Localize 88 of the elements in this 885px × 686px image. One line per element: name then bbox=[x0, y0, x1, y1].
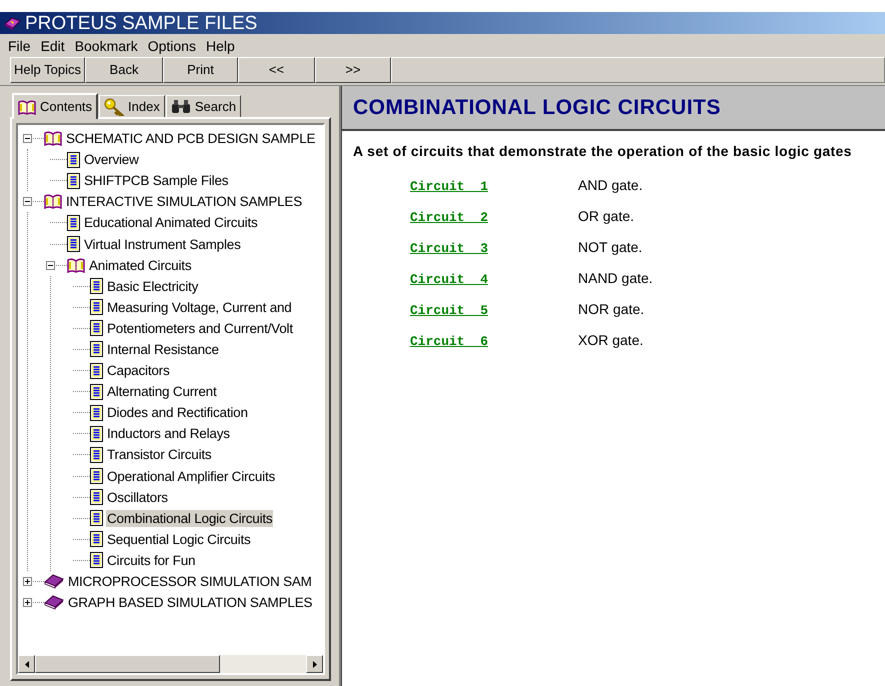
tree-item[interactable]: Alternating Current bbox=[106, 383, 218, 400]
toolbar-button[interactable]: Back bbox=[85, 57, 163, 83]
tab[interactable]: Index bbox=[99, 95, 165, 117]
tree-item[interactable]: Diodes and Rectification bbox=[106, 404, 249, 422]
page-icon bbox=[90, 384, 103, 400]
circuit-description: NOR gate. bbox=[578, 300, 644, 319]
tree-item[interactable]: Educational Animated Circuits bbox=[83, 214, 259, 232]
horizontal-scrollbar[interactable] bbox=[18, 655, 323, 673]
menu-item[interactable]: Help bbox=[202, 38, 239, 52]
page-icon bbox=[67, 236, 80, 252]
page-icon bbox=[90, 531, 103, 548]
tree-item[interactable]: Measuring Voltage, Current and bbox=[106, 298, 293, 316]
menu-item[interactable]: File bbox=[4, 38, 35, 52]
page-icon bbox=[90, 404, 103, 421]
tree-item[interactable]: Combinational Logic Circuits bbox=[106, 510, 274, 527]
circuit-link[interactable]: Circuit 2 bbox=[410, 208, 578, 228]
tree-item[interactable]: MICROPROCESSOR SIMULATION SAM bbox=[67, 573, 313, 590]
page-icon bbox=[90, 362, 103, 379]
collapse-icon[interactable] bbox=[46, 260, 55, 270]
closed-book-icon bbox=[44, 595, 64, 610]
closed-book-icon bbox=[44, 574, 64, 590]
circuit-link[interactable]: Circuit 1 bbox=[410, 177, 578, 196]
page-icon bbox=[67, 214, 80, 231]
circuit-description: NAND gate. bbox=[578, 269, 653, 288]
intro-text: A set of circuits that demonstrate the operation of the basic logic gates bbox=[353, 142, 853, 161]
tree-item[interactable]: SHIFTPCB Sample Files bbox=[83, 172, 230, 190]
page-icon bbox=[90, 426, 103, 442]
toolbar-button[interactable]: >> bbox=[315, 57, 391, 83]
tree-item[interactable]: Inductors and Relays bbox=[106, 425, 231, 442]
open-book-icon bbox=[44, 131, 62, 146]
binoculars-icon bbox=[170, 100, 191, 114]
circuit-link[interactable]: Circuit 4 bbox=[410, 270, 578, 290]
toolbar-button[interactable]: Help Topics bbox=[10, 57, 85, 83]
tree-item[interactable]: INTERACTIVE SIMULATION SAMPLES bbox=[65, 193, 304, 210]
menu-item[interactable]: Options bbox=[144, 38, 200, 52]
collapse-icon[interactable] bbox=[23, 134, 32, 144]
circuit-link[interactable]: Circuit 3 bbox=[410, 239, 578, 258]
expand-icon[interactable] bbox=[23, 598, 32, 608]
book-icon bbox=[4, 15, 21, 31]
toolbar-button[interactable]: Print bbox=[163, 57, 238, 83]
circuit-link[interactable]: Circuit 6 bbox=[410, 332, 578, 352]
page-icon bbox=[90, 341, 103, 358]
scroll-right-button[interactable] bbox=[306, 655, 323, 673]
right-arrow-icon bbox=[312, 660, 316, 668]
page-icon bbox=[90, 320, 103, 336]
tree-item[interactable]: Animated Circuits bbox=[88, 256, 192, 274]
page-icon bbox=[90, 489, 103, 506]
menu-item[interactable]: Bookmark bbox=[70, 38, 142, 52]
tree-item[interactable]: Operational Amplifier Circuits bbox=[106, 468, 276, 485]
page-icon bbox=[67, 172, 80, 189]
circuit-description: AND gate. bbox=[578, 176, 643, 195]
circuit-description: OR gate. bbox=[578, 207, 634, 226]
tree-item[interactable]: Potentiometers and Current/Volt bbox=[106, 320, 294, 337]
tree-item[interactable]: Oscillators bbox=[106, 488, 169, 506]
tree-item[interactable]: Capacitors bbox=[106, 362, 171, 380]
page-icon bbox=[90, 510, 103, 526]
page-icon bbox=[90, 552, 103, 568]
toolbar-button[interactable]: << bbox=[238, 57, 315, 83]
page-icon bbox=[90, 446, 103, 463]
tree-item[interactable]: SCHEMATIC AND PCB DESIGN SAMPLE bbox=[65, 130, 316, 148]
scroll-left-button[interactable] bbox=[18, 655, 35, 673]
tree-item[interactable]: Virtual Instrument Samples bbox=[83, 236, 242, 253]
tree-item[interactable]: Transistor Circuits bbox=[106, 446, 212, 464]
page-icon bbox=[90, 299, 103, 316]
menu-item[interactable]: Edit bbox=[36, 38, 69, 52]
tree-item[interactable]: Sequential Logic Circuits bbox=[106, 530, 252, 548]
window-title: PROTEUS SAMPLE FILES bbox=[25, 14, 258, 32]
tree-item[interactable]: GRAPH BASED SIMULATION SAMPLES bbox=[67, 594, 314, 612]
open-book-icon bbox=[44, 194, 62, 210]
open-book-icon bbox=[67, 258, 85, 273]
collapse-icon[interactable] bbox=[23, 197, 32, 206]
expand-icon[interactable] bbox=[23, 577, 32, 586]
tree-item[interactable]: Basic Electricity bbox=[106, 278, 200, 295]
tab[interactable]: Contents bbox=[12, 93, 98, 119]
tab[interactable]: Search bbox=[166, 95, 242, 117]
page-icon bbox=[90, 278, 103, 294]
tree-item[interactable]: Internal Resistance bbox=[106, 340, 220, 358]
scroll-thumb[interactable] bbox=[35, 655, 220, 673]
left-arrow-icon bbox=[24, 660, 28, 668]
tree-item[interactable]: Circuits for Fun bbox=[106, 552, 196, 569]
circuit-link[interactable]: Circuit 5 bbox=[410, 301, 578, 320]
open-book-icon bbox=[18, 100, 36, 114]
tree-item[interactable]: Overview bbox=[83, 151, 140, 168]
page-icon bbox=[90, 468, 103, 484]
topic-heading: COMBINATIONAL LOGIC CIRCUITS bbox=[353, 94, 721, 121]
circuit-description: NOT gate. bbox=[578, 238, 642, 257]
circuit-description: XOR gate. bbox=[578, 331, 644, 350]
page-icon bbox=[67, 152, 80, 168]
